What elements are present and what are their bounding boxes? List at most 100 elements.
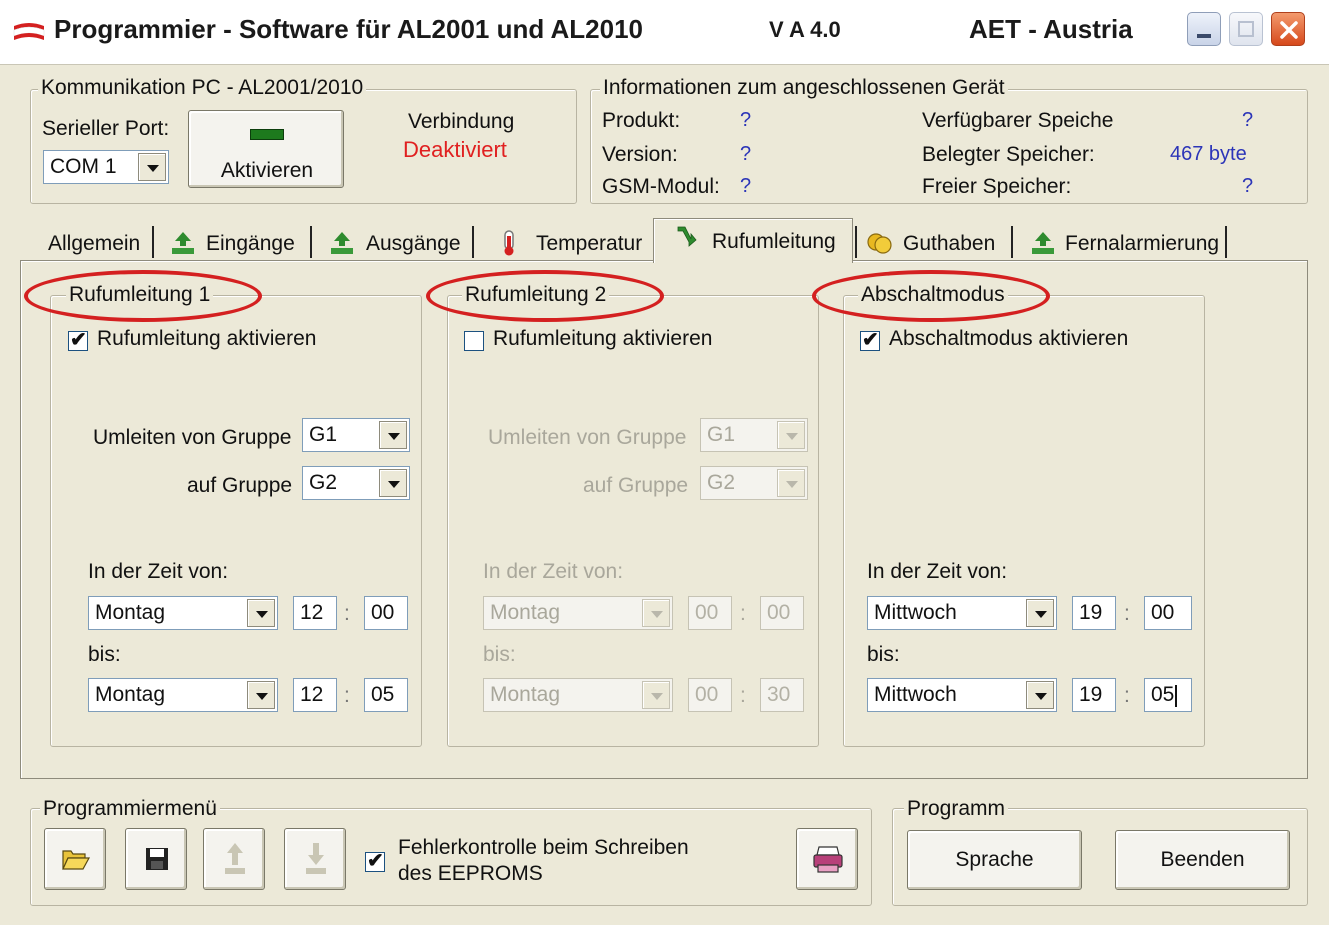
open-button[interactable] bbox=[44, 828, 106, 890]
version-label: V A 4.0 bbox=[769, 17, 841, 42]
ausgaenge-icon bbox=[331, 232, 353, 254]
activate-button[interactable]: Aktivieren bbox=[188, 110, 344, 188]
umleiten-von-label: Umleiten von Gruppe bbox=[93, 426, 292, 449]
beenden-button[interactable]: Beenden bbox=[1115, 830, 1290, 890]
chevron-down-icon[interactable] bbox=[138, 153, 166, 181]
tab-fernalarmierung[interactable]: Fernalarmierung bbox=[1065, 232, 1219, 270]
serial-port-value: COM 1 bbox=[50, 155, 117, 178]
auf-gruppe-select[interactable]: G2 bbox=[302, 466, 410, 500]
tab-eingaenge[interactable]: Eingänge bbox=[206, 232, 295, 270]
used-memory-value: 467 byte bbox=[1170, 143, 1247, 165]
bis-label: bis: bbox=[88, 643, 121, 666]
chevron-down-icon[interactable] bbox=[1026, 681, 1054, 709]
serial-port-select[interactable]: COM 1 bbox=[43, 150, 169, 184]
bis-day-select[interactable]: Montag bbox=[88, 678, 278, 712]
minimize-button[interactable] bbox=[1187, 12, 1221, 46]
close-button[interactable] bbox=[1271, 12, 1305, 46]
bis-minute-value: 05 bbox=[1151, 683, 1175, 706]
von-day-value: Mittwoch bbox=[874, 601, 957, 624]
redirect-arrow-icon bbox=[677, 226, 697, 247]
chevron-down-icon[interactable] bbox=[247, 599, 275, 627]
fehlerkontrolle-checkbox[interactable]: ✔ bbox=[365, 850, 385, 872]
time-colon: : bbox=[344, 602, 350, 625]
maximize-button[interactable] bbox=[1229, 12, 1263, 46]
checkmark-icon: ✔ bbox=[367, 850, 384, 872]
von-day-select[interactable]: Mittwoch bbox=[867, 596, 1057, 630]
tab-guthaben[interactable]: Guthaben bbox=[903, 232, 995, 270]
folder-open-icon bbox=[62, 850, 91, 870]
bis-minute-input[interactable]: 05 bbox=[1144, 678, 1192, 712]
available-memory-label: Verfügbarer Speiche bbox=[922, 109, 1114, 132]
bis-day-select[interactable]: Mittwoch bbox=[867, 678, 1057, 712]
auf-gruppe-select: G2 bbox=[700, 466, 808, 500]
bis-minute-input[interactable]: 05 bbox=[364, 678, 408, 712]
zeit-von-label: In der Zeit von: bbox=[867, 560, 1008, 583]
time-colon: : bbox=[1124, 602, 1130, 625]
tab-separator bbox=[855, 226, 857, 258]
rufumleitung-2-checkbox-label: Rufumleitung aktivieren bbox=[493, 327, 713, 350]
activate-button-label: Aktivieren bbox=[220, 159, 314, 182]
umleiten-von-select: G1 bbox=[700, 418, 808, 452]
chevron-down-icon[interactable] bbox=[379, 469, 407, 497]
time-colon: : bbox=[740, 602, 746, 625]
zeit-von-label: In der Zeit von: bbox=[88, 560, 229, 583]
gsm-value: ? bbox=[740, 175, 752, 197]
umleiten-von-select[interactable]: G1 bbox=[302, 418, 410, 452]
company-label: AET - Austria bbox=[969, 14, 1133, 44]
tab-ausgaenge[interactable]: Ausgänge bbox=[366, 232, 461, 270]
bis-hour-value: 19 bbox=[1079, 683, 1103, 706]
fehlerkontrolle-label-line1: Fehlerkontrolle beim Schreiben bbox=[398, 836, 689, 859]
tab-rufumleitung[interactable]: Rufumleitung bbox=[712, 230, 836, 268]
time-colon: : bbox=[344, 684, 350, 707]
time-colon: : bbox=[1124, 684, 1130, 707]
tab-separator bbox=[310, 226, 312, 258]
bis-hour-input[interactable]: 12 bbox=[293, 678, 337, 712]
text-cursor bbox=[1175, 685, 1177, 707]
bis-day-value: Mittwoch bbox=[874, 683, 957, 706]
bis-minute-input: 30 bbox=[760, 678, 804, 712]
rufumleitung-1-checkbox[interactable]: ✔ bbox=[68, 329, 88, 351]
device-info-group-label: Informationen zum angeschlossenen Gerät bbox=[600, 76, 1008, 100]
save-button[interactable] bbox=[125, 828, 187, 890]
von-hour-input[interactable]: 19 bbox=[1072, 596, 1116, 630]
connection-status: Deaktiviert bbox=[403, 137, 507, 162]
rufumleitung-2-checkbox[interactable] bbox=[464, 331, 484, 351]
von-minute-input: 00 bbox=[760, 596, 804, 630]
thermometer-icon bbox=[504, 230, 514, 256]
abschaltmodus-checkbox[interactable]: ✔ bbox=[860, 329, 880, 351]
chevron-down-icon[interactable] bbox=[379, 421, 407, 449]
printer-icon bbox=[813, 846, 843, 873]
upload-arrow-icon bbox=[225, 843, 245, 874]
checkmark-icon: ✔ bbox=[70, 329, 87, 351]
maximize-icon bbox=[1238, 21, 1254, 37]
highlight-oval bbox=[812, 270, 1050, 322]
zeit-von-label: In der Zeit von: bbox=[483, 560, 624, 583]
chevron-down-icon bbox=[777, 421, 805, 449]
free-memory-label: Freier Speicher: bbox=[922, 175, 1072, 198]
tab-temperatur[interactable]: Temperatur bbox=[536, 232, 642, 270]
bis-hour-input[interactable]: 19 bbox=[1072, 678, 1116, 712]
sprache-button-label: Sprache bbox=[955, 848, 1034, 871]
von-minute-input[interactable]: 00 bbox=[364, 596, 408, 630]
von-hour-input[interactable]: 12 bbox=[293, 596, 337, 630]
von-minute-input[interactable]: 00 bbox=[1144, 596, 1192, 630]
tab-separator bbox=[472, 226, 474, 258]
chevron-down-icon[interactable] bbox=[247, 681, 275, 709]
print-button[interactable] bbox=[796, 828, 858, 890]
fehlerkontrolle-label-line2: des EEPROMS bbox=[398, 862, 543, 885]
bis-minute-value: 05 bbox=[371, 683, 395, 706]
von-hour-value: 19 bbox=[1079, 601, 1103, 624]
upload-button bbox=[203, 828, 265, 890]
title-bar: Programmier - Software für AL2001 und AL… bbox=[0, 0, 1329, 65]
sprache-button[interactable]: Sprache bbox=[907, 830, 1082, 890]
bis-hour-input: 00 bbox=[688, 678, 732, 712]
tab-separator bbox=[152, 226, 154, 258]
umleiten-von-value: G1 bbox=[707, 423, 736, 446]
rufumleitung-1-checkbox-label: Rufumleitung aktivieren bbox=[97, 327, 317, 350]
tab-separator bbox=[1225, 226, 1227, 258]
von-day-select[interactable]: Montag bbox=[88, 596, 278, 630]
chevron-down-icon[interactable] bbox=[1026, 599, 1054, 627]
coins-icon bbox=[867, 233, 892, 254]
used-memory-label: Belegter Speicher: bbox=[922, 143, 1095, 166]
tab-allgemein[interactable]: Allgemein bbox=[48, 232, 140, 270]
